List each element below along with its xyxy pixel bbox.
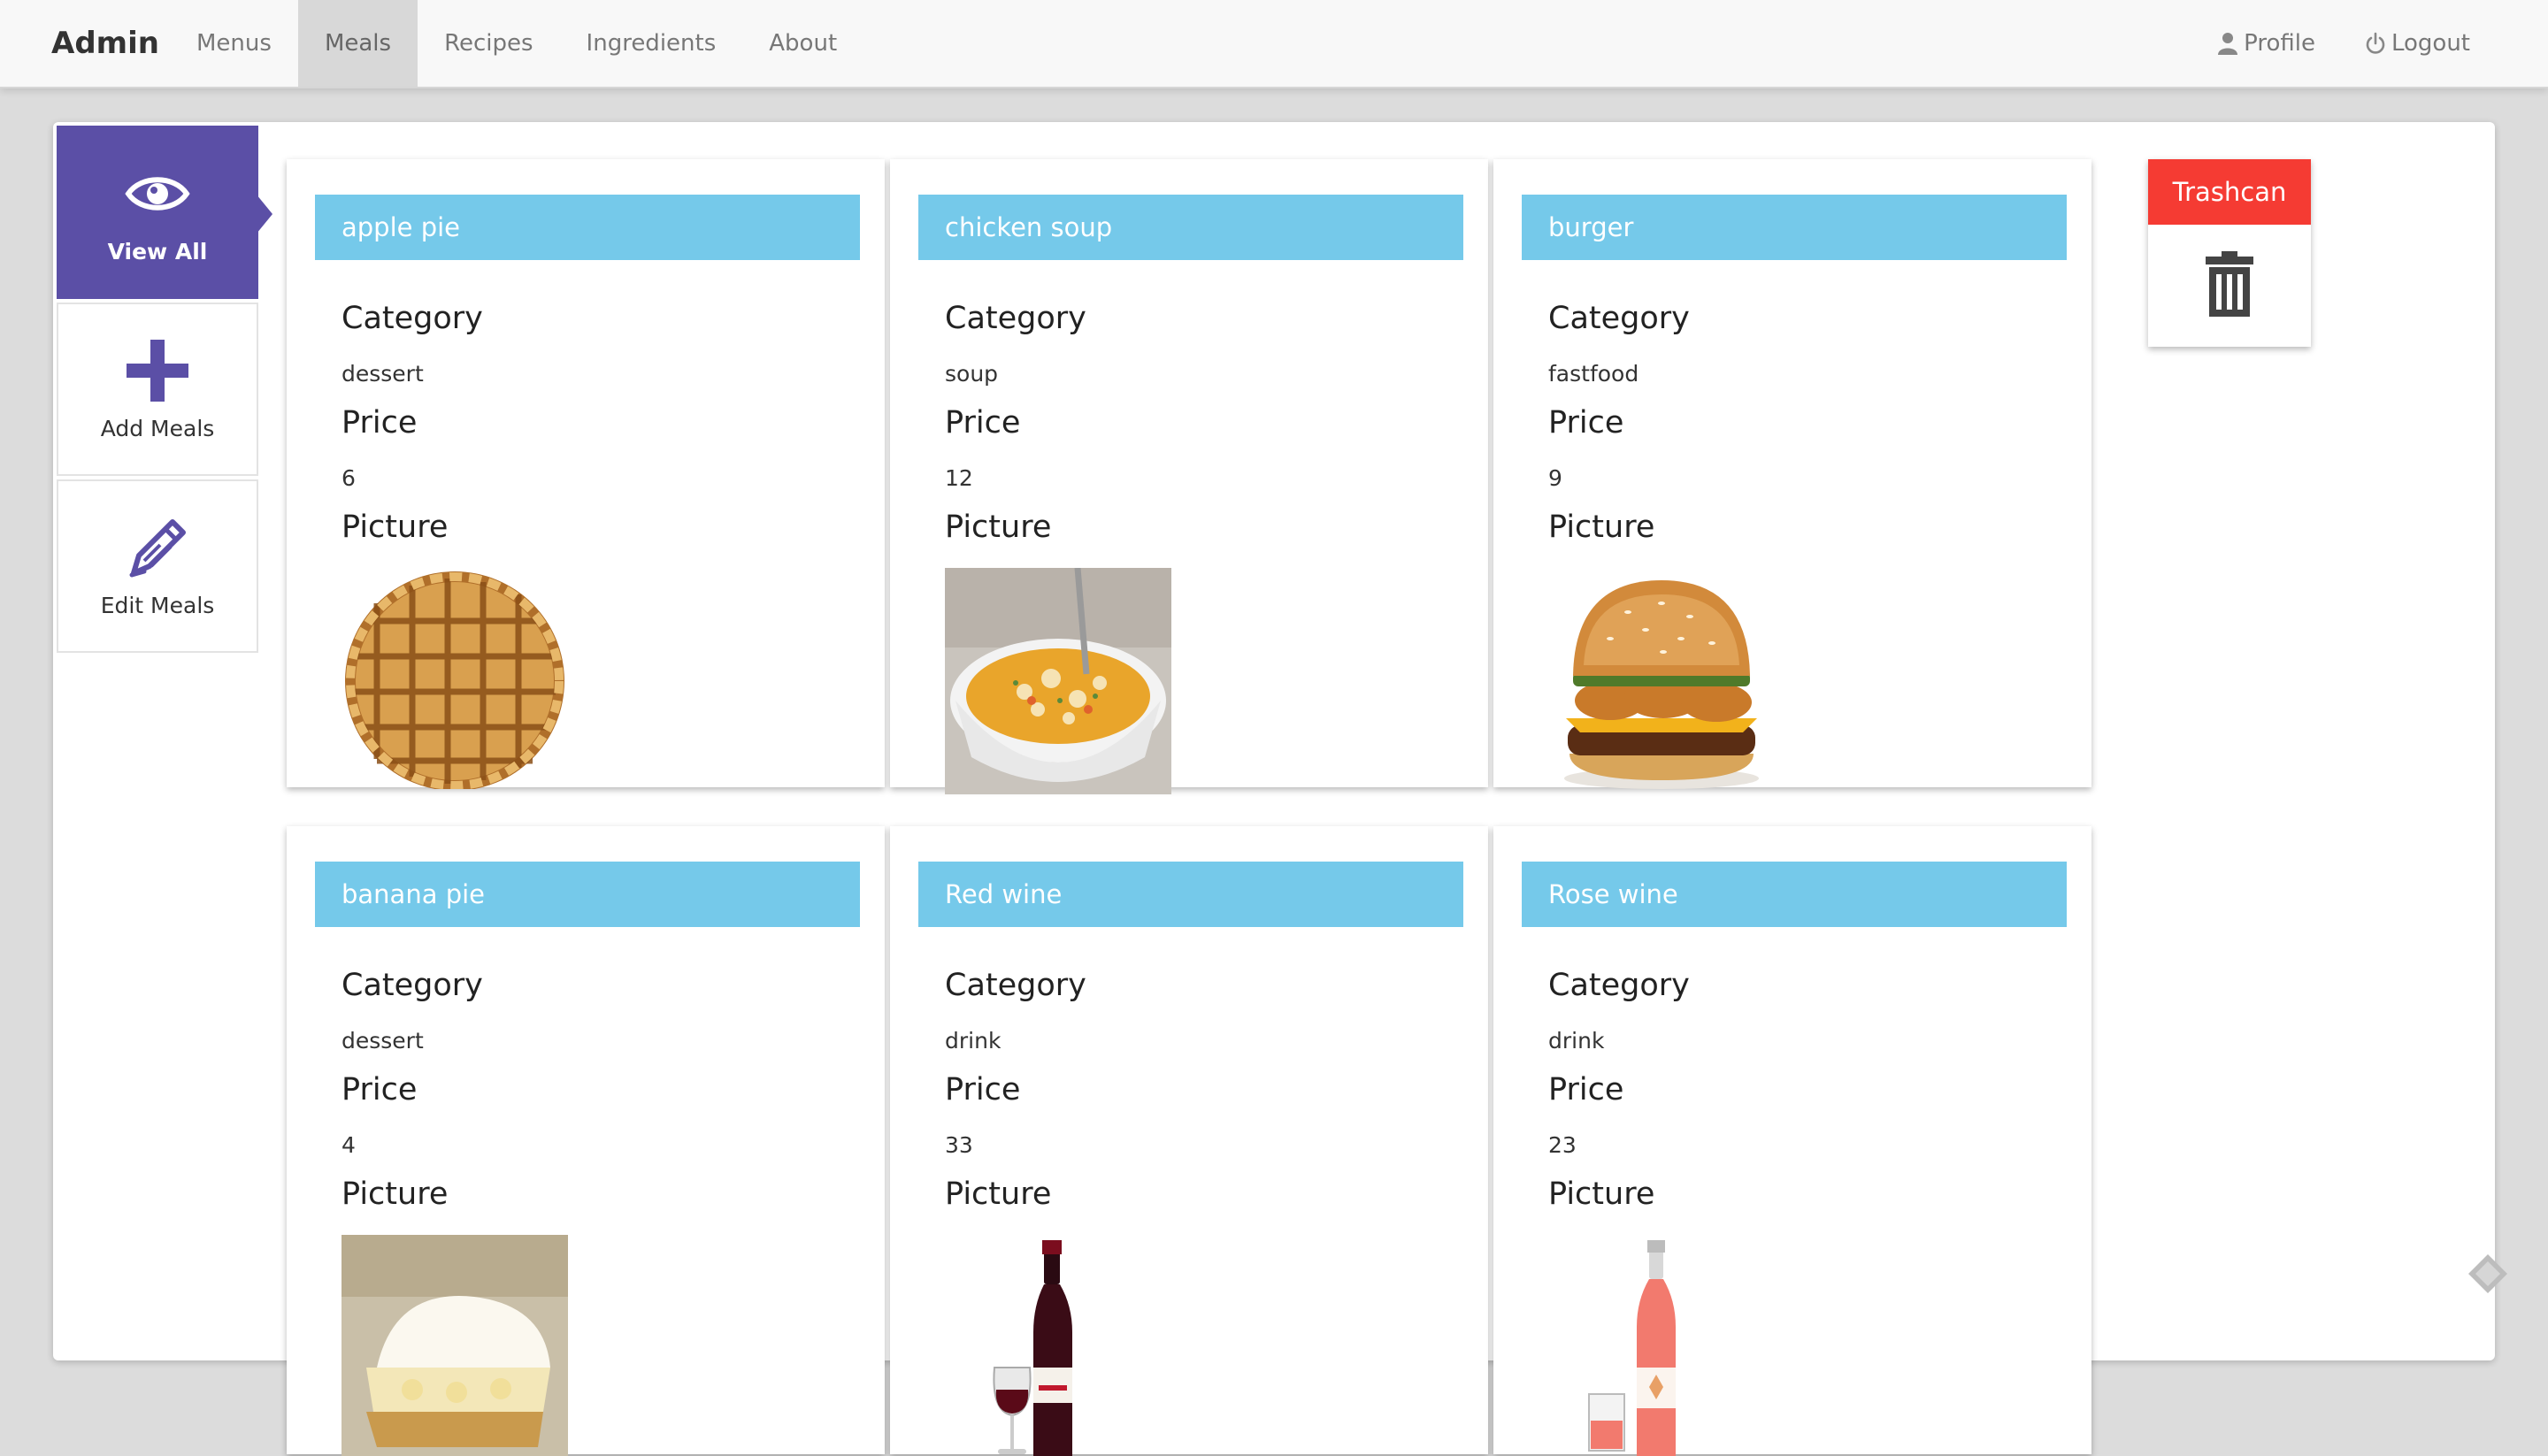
pen-icon [129, 518, 186, 577]
sidebar-menu: View All Add Meals Edit Meals [57, 126, 272, 656]
brand-logo[interactable]: Admin [51, 0, 159, 87]
meal-name: chicken soup [918, 195, 1463, 260]
price-label: Price [1548, 405, 1624, 441]
sidebar-item-view-all[interactable]: View All [57, 126, 272, 299]
trashcan-dropzone[interactable]: Trashcan [2148, 159, 2311, 347]
trash-icon [2206, 251, 2253, 317]
red-wine-image [945, 1235, 1171, 1456]
meal-card-red-wine[interactable]: Red wine Category drink Price 33 Picture [890, 826, 1488, 1456]
nav-links: Menus Meals Recipes Ingredients About [170, 0, 863, 87]
sidebar-item-label: Edit Meals [100, 592, 215, 618]
meal-card-chicken-soup[interactable]: chicken soup Category soup Price 12 Pict… [890, 159, 1488, 794]
nav-item-about[interactable]: About [742, 0, 863, 87]
rose-wine-image [1548, 1235, 1775, 1456]
meal-card-banana-pie[interactable]: banana pie Category dessert Price 4 Pict… [287, 826, 885, 1456]
category-label: Category [342, 301, 483, 336]
price-value: 6 [342, 465, 356, 491]
category-label: Category [1548, 301, 1690, 336]
price-label: Price [342, 1072, 418, 1107]
price-value: 9 [1548, 465, 1562, 491]
logout-link[interactable]: Logout [2340, 0, 2495, 87]
price-label: Price [1548, 1072, 1624, 1107]
chicken-soup-image [945, 568, 1171, 794]
price-value: 4 [342, 1132, 356, 1158]
price-value: 23 [1548, 1132, 1577, 1158]
category-value: drink [1548, 1028, 1605, 1054]
category-value: dessert [342, 1028, 424, 1054]
category-label: Category [945, 301, 1086, 336]
banana-pie-image [342, 1235, 568, 1456]
meal-name: Red wine [918, 862, 1463, 927]
picture-label: Picture [945, 1176, 1052, 1212]
meal-name: banana pie [315, 862, 860, 927]
nav-item-meals[interactable]: Meals [297, 0, 418, 87]
meal-name: Rose wine [1522, 862, 2067, 927]
meal-card-rose-wine[interactable]: Rose wine Category drink Price 23 Pictur… [1493, 826, 2091, 1456]
price-value: 12 [945, 465, 973, 491]
user-icon [2218, 33, 2238, 55]
category-value: drink [945, 1028, 1002, 1054]
apple-pie-image [342, 568, 568, 789]
meal-name: apple pie [315, 195, 860, 260]
price-label: Price [945, 1072, 1021, 1107]
category-value: dessert [342, 361, 424, 387]
nav-item-ingredients[interactable]: Ingredients [560, 0, 743, 87]
profile-link[interactable]: Profile [2192, 0, 2340, 87]
main-panel: View All Add Meals Edit Meals apple pie … [53, 122, 2495, 1456]
burger-image [1548, 568, 1775, 794]
price-label: Price [945, 405, 1021, 441]
profile-label: Profile [2244, 30, 2315, 57]
sidebar-item-label: View All [107, 238, 208, 264]
eye-icon [125, 176, 190, 211]
meal-card-burger[interactable]: burger Category fastfood Price 9 Picture [1493, 159, 2091, 789]
top-navbar: Admin Menus Meals Recipes Ingredients Ab… [0, 0, 2548, 88]
plus-icon [127, 339, 188, 402]
tag-icon [2468, 1254, 2507, 1293]
picture-label: Picture [1548, 510, 1655, 545]
nav-right: Profile Logout [2192, 0, 2495, 87]
meal-name: burger [1522, 195, 2067, 260]
nav-item-recipes[interactable]: Recipes [418, 0, 559, 87]
price-value: 33 [945, 1132, 973, 1158]
nav-item-menus[interactable]: Menus [170, 0, 298, 87]
picture-label: Picture [342, 510, 449, 545]
meal-card-apple-pie[interactable]: apple pie Category dessert Price 6 Pictu… [287, 159, 885, 789]
category-value: soup [945, 361, 999, 387]
category-label: Category [1548, 968, 1690, 1003]
category-label: Category [945, 968, 1086, 1003]
sidebar-item-edit-meals[interactable]: Edit Meals [57, 479, 258, 653]
picture-label: Picture [342, 1176, 449, 1212]
power-icon [2366, 32, 2385, 54]
logout-label: Logout [2391, 30, 2470, 57]
price-label: Price [342, 405, 418, 441]
picture-label: Picture [1548, 1176, 1655, 1212]
sidebar-item-add-meals[interactable]: Add Meals [57, 303, 258, 476]
picture-label: Picture [945, 510, 1052, 545]
trashcan-label: Trashcan [2148, 159, 2311, 225]
category-label: Category [342, 968, 483, 1003]
category-value: fastfood [1548, 361, 1639, 387]
sidebar-item-label: Add Meals [100, 415, 215, 441]
